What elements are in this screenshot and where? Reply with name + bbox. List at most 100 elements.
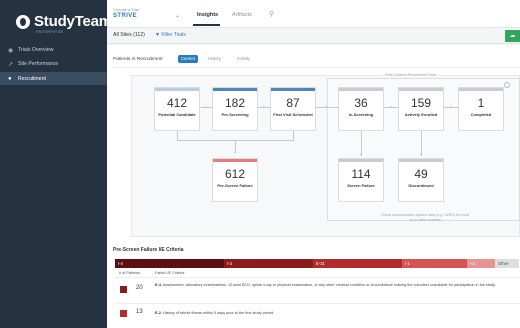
flow-box-screen-failure[interactable]: 114 Screen Failure <box>338 158 384 202</box>
logo-subtitle: ENTERPRISE <box>36 30 64 34</box>
active-tab-indicator <box>193 24 220 26</box>
arrow-right-icon: › <box>325 104 327 110</box>
recruitment-panel: Patients in Recruitment Current History … <box>107 45 520 328</box>
recruitment-header: Patients in Recruitment <box>113 57 163 62</box>
sidebar-item-recruitment[interactable]: ● Recruitment <box>0 72 107 85</box>
count-label: In-Screening <box>348 112 374 117</box>
count-label: Pre-Screen Failure <box>217 183 253 188</box>
criteria-color-swatch <box>120 310 127 317</box>
count-value: 114 <box>351 167 371 181</box>
count-label: Potential Candidate <box>158 112 196 117</box>
tab-insights[interactable]: Insights <box>197 12 218 18</box>
criteria-text: Assessment, laboratory examinations, 12-… <box>162 283 496 287</box>
status-band <box>339 88 383 91</box>
criteria-table-header: # of Patients Failed I/E Criteria <box>115 269 520 277</box>
arrow-right-icon: › <box>450 104 452 110</box>
criteria-segment-i-4[interactable]: I-4 <box>115 259 224 268</box>
connector <box>293 130 294 140</box>
status-band <box>155 88 199 91</box>
trend-line-icon: ↗ <box>8 61 14 68</box>
status-band <box>459 88 503 91</box>
status-band <box>339 159 383 162</box>
arrow-down-icon: ⌄ <box>359 151 364 157</box>
filter-link-label: Filter Trials <box>161 32 186 38</box>
count-value: 49 <box>414 167 428 181</box>
flow-box-discontinued[interactable]: 49 Discontinued <box>398 158 444 202</box>
logo[interactable]: StudyTeam <box>16 13 112 30</box>
search-icon[interactable]: ⚲ <box>269 10 274 18</box>
sidebar-item-label: Trials Overview <box>18 47 54 53</box>
criteria-segment-i-3[interactable]: I-3 <box>224 259 313 268</box>
cloud-download-button[interactable]: ☁ <box>505 30 520 42</box>
sidebar-item-label: Recruitment <box>18 75 46 82</box>
count-value: 87 <box>286 96 300 110</box>
arrow-down-icon: ⌄ <box>233 149 238 155</box>
flow-box-potential-candidate[interactable]: 412 Potential Candidate <box>154 87 200 131</box>
tab-artifacts[interactable]: Artifacts <box>232 12 252 18</box>
sidebar-item-label: Site Performance <box>18 61 59 67</box>
arrow-down-icon: ⌄ <box>419 151 424 157</box>
criteria-segment-i-1[interactable]: I-1 <box>402 259 467 268</box>
count-value: 412 <box>166 96 188 110</box>
table-row[interactable]: 20 E-4. Assessment, laboratory examinati… <box>115 277 520 299</box>
logo-icon <box>16 14 30 29</box>
count-value: 36 <box>354 96 368 110</box>
criteria-stacked-bar: I-4 I-3 E-31 I-1 I-2 Other <box>115 259 519 268</box>
filter-bar: All Sites (112) ▼ Filter Trials ☁ <box>107 28 520 44</box>
criteria-color-swatch <box>120 286 127 293</box>
filter-trials-link[interactable]: ▼ Filter Trials <box>155 32 186 38</box>
count-label: Completed <box>470 112 492 117</box>
count-value: 182 <box>224 96 246 110</box>
arrow-right-icon: › <box>205 104 207 110</box>
criteria-segment-i-2[interactable]: I-2 <box>467 259 495 268</box>
count-label: First Visit Scheduled <box>273 112 313 117</box>
criteria-code: E-4. <box>155 283 162 287</box>
criteria-segment-other[interactable]: Other <box>495 259 519 268</box>
count-label: Pre-Screening <box>221 112 249 117</box>
column-header-patients: # of Patients <box>119 271 141 275</box>
table-row[interactable]: 13 E-2. History of febrile illness withi… <box>115 303 520 325</box>
criteria-description: E-4. Assessment, laboratory examinations… <box>155 283 520 288</box>
trial-selector[interactable]: STRIVE <box>113 13 137 19</box>
post-consent-label: Post-Consent Recruitment Data <box>383 73 438 77</box>
sidebar-item-trials-overview[interactable]: ◉ Trials Overview <box>0 44 107 56</box>
flow-box-completed[interactable]: 1 Completed <box>458 87 504 131</box>
pill-current[interactable]: Current <box>178 55 198 63</box>
count-value: 159 <box>410 96 432 110</box>
patient-count: 13 <box>136 309 143 315</box>
sidebar-item-site-performance[interactable]: ↗ Site Performance <box>0 58 107 70</box>
status-band <box>399 88 443 91</box>
count-label: Screen Failure <box>347 183 375 188</box>
bullseye-icon: ◉ <box>8 47 14 54</box>
count-label: Discontinued <box>408 183 434 188</box>
sidebar-nav: ◉ Trials Overview ↗ Site Performance ● R… <box>0 44 107 87</box>
person-icon: ● <box>8 75 12 82</box>
status-band <box>399 159 443 162</box>
info-icon[interactable] <box>504 82 510 88</box>
criteria-code: E-2. <box>155 311 162 315</box>
pill-history[interactable]: History <box>205 55 224 63</box>
top-bar: Choose a Trial STRIVE ⌄ Insights Artifac… <box>107 0 520 28</box>
logo-text: StudyTeam <box>34 13 112 30</box>
flow-box-pre-screen-failure[interactable]: 612 Pre-Screen Failure <box>212 158 258 202</box>
flow-box-first-visit-scheduled[interactable]: 87 First Visit Scheduled <box>270 87 316 131</box>
flow-box-pre-screening[interactable]: 182 Pre-Screening <box>212 87 258 131</box>
criteria-text: History of febrile illness within 5 days… <box>163 311 274 315</box>
chevron-down-icon[interactable]: ⌄ <box>175 12 180 19</box>
connector <box>177 130 178 140</box>
criteria-segment-e-31[interactable]: E-31 <box>313 259 402 268</box>
arrow-right-icon: › <box>390 104 392 110</box>
connector <box>316 107 338 108</box>
status-band <box>271 88 315 91</box>
flow-box-actively-enrolled[interactable]: 159 Actively Enrolled <box>398 87 444 131</box>
patient-count: 20 <box>136 285 143 291</box>
divider <box>113 67 520 68</box>
site-count: All Sites (112) <box>113 32 145 38</box>
arrow-right-icon: › <box>263 104 265 110</box>
pill-activity[interactable]: Activity <box>234 55 253 63</box>
criteria-description: E-2. History of febrile illness within 5… <box>155 311 520 316</box>
count-value: 1 <box>477 96 485 110</box>
flow-box-in-screening[interactable]: 36 In-Screening <box>338 87 384 131</box>
randomization-note: Check randomization system data (e.g. IW… <box>381 213 469 222</box>
count-label: Actively Enrolled <box>404 112 438 117</box>
